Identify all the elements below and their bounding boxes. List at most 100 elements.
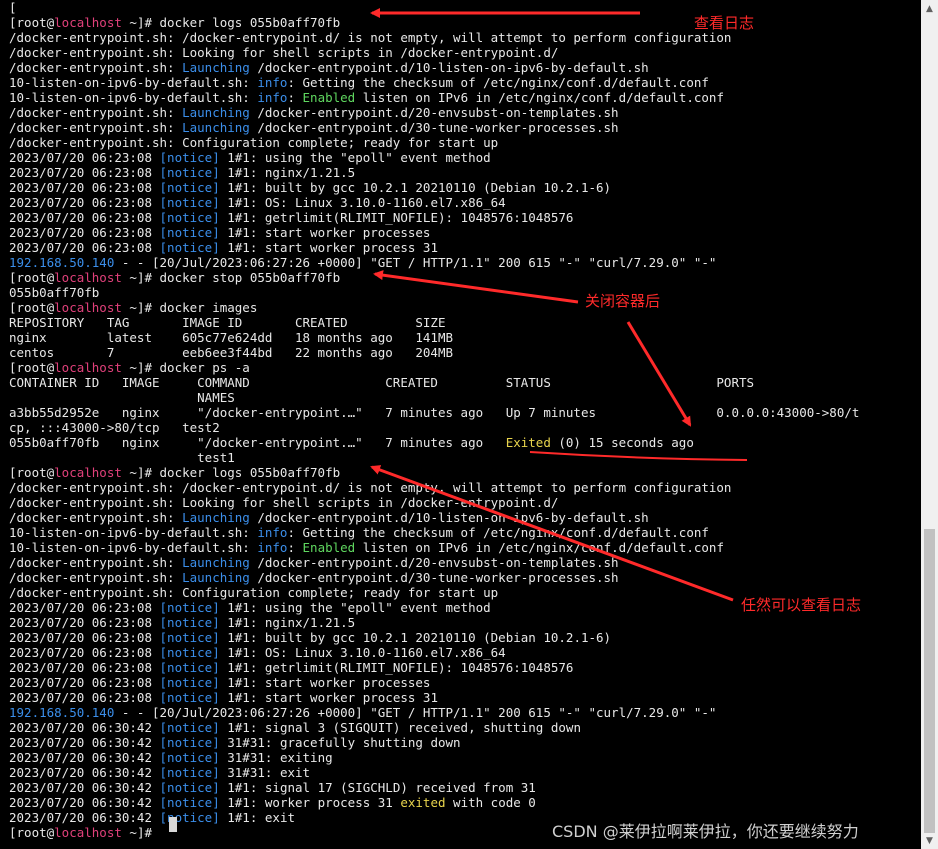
terminal-text: listen on IPv6 in /etc/nginx/conf.d/defa… [355, 540, 724, 555]
terminal-text: 1#1: signal 3 (SIGQUIT) received, shutti… [219, 720, 581, 735]
terminal-text: [notice] [159, 195, 220, 210]
terminal-text: 2023/07/20 06:23:08 [9, 180, 160, 195]
terminal-line: 10-listen-on-ipv6-by-default.sh: info: G… [9, 75, 859, 90]
terminal-text: 2023/07/20 06:23:08 [9, 660, 160, 675]
terminal-text: exited [400, 795, 446, 810]
terminal-text: localhost [54, 270, 122, 285]
terminal-line: /docker-entrypoint.sh: Launching /docker… [9, 510, 859, 525]
terminal-line: 2023/07/20 06:30:42 [notice] 31#31: exit… [9, 750, 859, 765]
terminal-text: Enabled [302, 90, 356, 105]
terminal-text: /docker-entrypoint.sh: Configuration com… [9, 585, 499, 600]
scroll-up-icon[interactable]: ▲ [921, 0, 938, 17]
terminal-text: 31#31: exiting [219, 750, 333, 765]
terminal-text: /docker-entrypoint.d/10-listen-on-ipv6-b… [249, 60, 649, 75]
terminal-text: 10-listen-on-ipv6-by-default.sh: [9, 90, 258, 105]
terminal-text: nginx latest 605c77e624dd 18 months ago … [9, 330, 454, 345]
terminal-text: 2023/07/20 06:23:08 [9, 240, 160, 255]
terminal-text: [notice] [159, 645, 220, 660]
terminal-text: ~]# docker ps -a [121, 360, 250, 375]
terminal-text: [notice] [159, 225, 220, 240]
terminal-text: info [257, 75, 288, 90]
terminal-line: 055b0aff70fb [9, 285, 859, 300]
terminal-line: 2023/07/20 06:30:42 [notice] 1#1: signal… [9, 780, 859, 795]
terminal-text: localhost [54, 300, 122, 315]
terminal-text: 1#1: start worker processes [219, 675, 431, 690]
terminal-text: /docker-entrypoint.sh: /docker-entrypoin… [9, 480, 732, 495]
terminal-text: (0) 15 seconds ago [550, 435, 694, 450]
terminal-text: ~]# docker images [121, 300, 258, 315]
terminal-text: - - [20/Jul/2023:06:27:26 +0000] "GET / … [114, 255, 717, 270]
terminal-text: Enabled [302, 540, 356, 555]
terminal-text: 192.168.50.140 [9, 255, 115, 270]
terminal-line: 2023/07/20 06:23:08 [notice] 1#1: nginx/… [9, 165, 859, 180]
terminal-text: /docker-entrypoint.d/30-tune-worker-proc… [249, 570, 619, 585]
vertical-scrollbar[interactable]: ▲ ▼ [921, 0, 938, 849]
terminal-text: 2023/07/20 06:30:42 [9, 735, 160, 750]
terminal-text: ~]# docker stop 055b0aff70fb [121, 270, 341, 285]
terminal-text: [notice] [159, 690, 220, 705]
terminal-text: 1#1: getrlimit(RLIMIT_NOFILE): 1048576:1… [219, 660, 574, 675]
terminal-line: 2023/07/20 06:30:42 [notice] 1#1: worker… [9, 795, 859, 810]
terminal-text: 1#1: getrlimit(RLIMIT_NOFILE): 1048576:1… [219, 210, 574, 225]
terminal-text: localhost [54, 465, 122, 480]
terminal-line: 192.168.50.140 - - [20/Jul/2023:06:27:26… [9, 255, 859, 270]
terminal-text: [notice] [159, 180, 220, 195]
terminal-text: Launching [182, 60, 250, 75]
terminal-text: localhost [54, 825, 122, 840]
terminal-text: 055b0aff70fb [9, 285, 100, 300]
annotation-after-stop: 关闭容器后 [585, 292, 661, 310]
terminal-line: [root@localhost ~]# docker logs 055b0aff… [9, 465, 859, 480]
annotation-view-logs: 查看日志 [694, 14, 755, 32]
terminal-text: 2023/07/20 06:23:08 [9, 630, 160, 645]
terminal-text: 2023/07/20 06:30:42 [9, 780, 160, 795]
terminal-text: [notice] [159, 165, 220, 180]
terminal-text: 1#1: using the "epoll" event method [219, 150, 491, 165]
terminal-text: 2023/07/20 06:23:08 [9, 210, 160, 225]
annotation-still-view-logs: 任然可以查看日志 [741, 596, 862, 614]
terminal-text: 2023/07/20 06:23:08 [9, 615, 160, 630]
terminal-text: [root@ [9, 825, 55, 840]
scrollbar-track[interactable] [921, 17, 938, 833]
terminal-text: [root@ [9, 300, 55, 315]
terminal-line: test1 [9, 450, 859, 465]
terminal-text: [notice] [159, 150, 220, 165]
terminal-text: /docker-entrypoint.sh: [9, 555, 183, 570]
terminal-line: 10-listen-on-ipv6-by-default.sh: info: E… [9, 540, 859, 555]
terminal-text: /docker-entrypoint.sh: [9, 570, 183, 585]
terminal-text: /docker-entrypoint.d/20-envsubst-on-temp… [249, 105, 619, 120]
terminal-text: 2023/07/20 06:30:42 [9, 810, 160, 825]
terminal-text: 1#1: built by gcc 10.2.1 20210110 (Debia… [219, 180, 612, 195]
terminal-text: /docker-entrypoint.sh: Configuration com… [9, 135, 499, 150]
terminal-text: ~]# docker logs 055b0aff70fb [121, 465, 341, 480]
terminal-text: 2023/07/20 06:30:42 [9, 765, 160, 780]
terminal-text: [notice] [159, 675, 220, 690]
terminal-window[interactable]: [[root@localhost ~]# docker logs 055b0af… [0, 0, 921, 849]
scrollbar-thumb[interactable] [924, 529, 935, 833]
terminal-line: 2023/07/20 06:23:08 [notice] 1#1: using … [9, 150, 859, 165]
terminal-text: /docker-entrypoint.sh: [9, 60, 183, 75]
terminal-line: a3bb55d2952e nginx "/docker-entrypoint.…… [9, 405, 859, 420]
terminal-text: listen on IPv6 in /etc/nginx/conf.d/defa… [355, 90, 724, 105]
terminal-text: 192.168.50.140 [9, 705, 115, 720]
terminal-text: CONTAINER ID IMAGE COMMAND CREATED STATU… [9, 375, 755, 390]
terminal-text: cp, :::43000->80/tcp test2 [9, 420, 220, 435]
terminal-text: 2023/07/20 06:30:42 [9, 720, 160, 735]
terminal-text: 10-listen-on-ipv6-by-default.sh: [9, 540, 258, 555]
terminal-text: 2023/07/20 06:23:08 [9, 165, 160, 180]
terminal-text: 2023/07/20 06:23:08 [9, 225, 160, 240]
terminal-text: /docker-entrypoint.sh: [9, 510, 183, 525]
terminal-line: 2023/07/20 06:30:42 [notice] 31#31: grac… [9, 735, 859, 750]
terminal-line: [root@localhost ~]# docker images [9, 300, 859, 315]
terminal-text: [notice] [159, 615, 220, 630]
terminal-line: 2023/07/20 06:23:08 [notice] 1#1: built … [9, 180, 859, 195]
terminal-text: 10-listen-on-ipv6-by-default.sh: [9, 75, 258, 90]
terminal-text: [notice] [159, 795, 220, 810]
terminal-output: [[root@localhost ~]# docker logs 055b0af… [9, 0, 859, 840]
terminal-text: [ [9, 0, 17, 15]
terminal-text: /docker-entrypoint.sh: Looking for shell… [9, 45, 559, 60]
terminal-text: localhost [54, 15, 122, 30]
terminal-text: 1#1: start worker process 31 [219, 240, 438, 255]
terminal-text: 2023/07/20 06:23:08 [9, 150, 160, 165]
scroll-down-icon[interactable]: ▼ [921, 832, 938, 849]
terminal-text: centos 7 eeb6ee3f44bd 22 months ago 204M… [9, 345, 454, 360]
